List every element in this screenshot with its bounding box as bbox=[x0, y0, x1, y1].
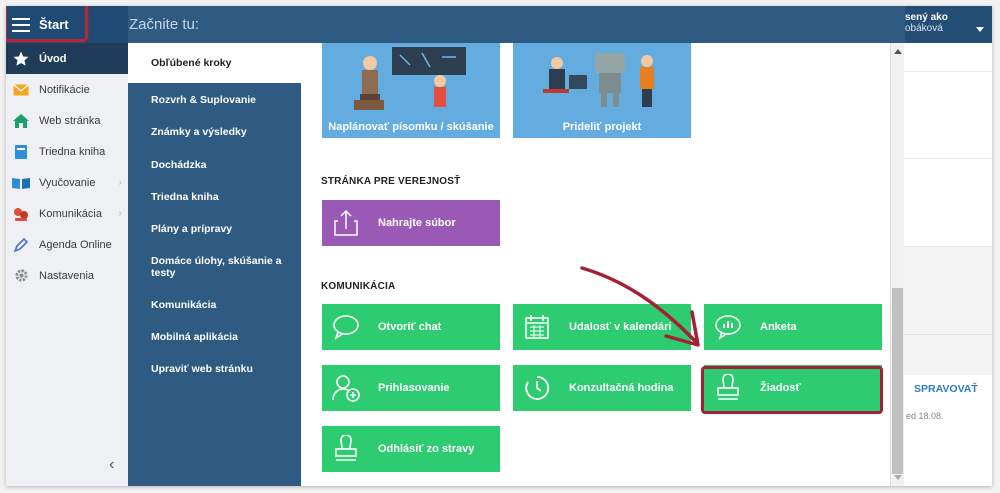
start-button[interactable]: Štart bbox=[6, 6, 128, 43]
tile-odhlasit-zo-stravy[interactable]: Odhlásiť zo stravy bbox=[322, 426, 500, 472]
tile-label: Nahrajte súbor bbox=[378, 217, 456, 229]
calendar-icon bbox=[521, 311, 553, 343]
hamburger-icon bbox=[12, 17, 30, 32]
project-illustration-icon bbox=[543, 53, 654, 107]
poll-bubble-icon bbox=[712, 311, 744, 343]
user-add-icon bbox=[330, 372, 362, 404]
tile-label: Konzultačná hodina bbox=[569, 382, 674, 394]
tile-label: Otvoriť chat bbox=[378, 321, 442, 333]
star-icon bbox=[12, 51, 30, 67]
start-label: Štart bbox=[39, 17, 69, 32]
tile-label: Žiadosť bbox=[760, 382, 801, 394]
sidebar-item-label: Úvod bbox=[39, 52, 67, 65]
upload-icon bbox=[330, 207, 362, 239]
stamp-icon bbox=[330, 433, 362, 465]
category-oblubene-kroky[interactable]: Obľúbené kroky bbox=[128, 43, 301, 83]
panel-band bbox=[904, 72, 992, 159]
sidebar-item-komunikacia[interactable]: Komunikácia › bbox=[6, 198, 128, 229]
category-dochadzka[interactable]: Dochádzka bbox=[128, 148, 301, 181]
tile-prihlasovanie[interactable]: Prihlasovanie bbox=[322, 365, 500, 411]
pen-icon bbox=[12, 237, 30, 253]
panel-band bbox=[904, 159, 992, 247]
sidebar-item-label: Agenda Online bbox=[39, 238, 112, 251]
category-domace-ulohy[interactable]: Domáce úlohy, skúšanie a testy bbox=[128, 245, 301, 289]
tile-label: Odhlásiť zo stravy bbox=[378, 443, 475, 455]
user-menu[interactable]: sený ako obáková bbox=[905, 6, 992, 43]
tile-label: Prideliť projekt bbox=[562, 121, 642, 133]
home-icon bbox=[12, 113, 30, 129]
tile-label: Udalosť v kalendári bbox=[569, 321, 672, 333]
chevron-right-icon: › bbox=[118, 208, 122, 219]
timer-icon bbox=[521, 372, 553, 404]
manage-link[interactable]: SPRAVOVAŤ bbox=[914, 383, 978, 395]
tile-label: Prihlasovanie bbox=[378, 382, 450, 394]
envelope-icon bbox=[12, 82, 30, 98]
gear-icon bbox=[12, 268, 30, 284]
panel-band bbox=[904, 43, 992, 72]
screen: Štart Začnite tu: sený ako obáková Úvod … bbox=[0, 0, 1000, 493]
section-title-komunikacia: KOMUNIKÁCIA bbox=[321, 281, 396, 292]
sidebar-item-vyucovanie[interactable]: Vyučovanie › bbox=[6, 167, 128, 198]
teacher-illustration-icon bbox=[354, 47, 466, 110]
sidebar: Úvod Notifikácie Web stránka Triedna kni… bbox=[6, 43, 128, 486]
scroll-down-icon[interactable] bbox=[894, 475, 902, 480]
tile-konzultacna-hodina[interactable]: Konzultačná hodina bbox=[513, 365, 691, 411]
panel-date: ed 18.08. bbox=[906, 411, 944, 421]
category-mobilna-aplikacia[interactable]: Mobilná aplikácia bbox=[128, 321, 301, 353]
open-book-icon bbox=[12, 175, 30, 191]
panel-band bbox=[904, 247, 992, 335]
tile-udalost-v-kalendari[interactable]: Udalosť v kalendári bbox=[513, 304, 691, 350]
sidebar-item-nastavenia[interactable]: Nastavenia bbox=[6, 260, 128, 291]
sidebar-item-label: Nastavenia bbox=[39, 269, 95, 282]
sidebar-item-label: Triedna kniha bbox=[39, 145, 106, 158]
sidebar-item-label: Notifikácie bbox=[39, 83, 90, 96]
category-rozvrh[interactable]: Rozvrh & Suplovanie bbox=[128, 83, 301, 116]
panel-band bbox=[904, 335, 992, 375]
category-komunikacia[interactable]: Komunikácia bbox=[128, 289, 301, 321]
sidebar-item-uvod[interactable]: Úvod bbox=[6, 43, 128, 74]
tile-otvorit-chat[interactable]: Otvoriť chat bbox=[322, 304, 500, 350]
category-triedna-kniha[interactable]: Triedna kniha bbox=[128, 181, 301, 213]
tile-label: Anketa bbox=[760, 321, 797, 333]
user-line-1: sený ako bbox=[905, 12, 948, 23]
sidebar-item-notifikacie[interactable]: Notifikácie bbox=[6, 74, 128, 105]
section-title-verejnost: STRÁNKA PRE VEREJNOSŤ bbox=[321, 176, 461, 187]
sidebar-item-label: Vyučovanie bbox=[39, 176, 96, 189]
book-icon bbox=[12, 144, 30, 160]
tile-anketa[interactable]: Anketa bbox=[704, 304, 882, 350]
tile-pridelit-projekt[interactable]: Prideliť projekt bbox=[513, 43, 691, 138]
page-title: Začnite tu: bbox=[129, 16, 200, 33]
content-area: Naplánovať písomku / skúšanie Prideliť p… bbox=[301, 43, 890, 486]
tile-ziadost[interactable]: Žiadosť bbox=[704, 365, 882, 411]
chat-bubble-icon bbox=[330, 311, 362, 343]
sidebar-item-label: Web stránka bbox=[39, 114, 101, 127]
sidebar-item-web-stranka[interactable]: Web stránka bbox=[6, 105, 128, 136]
stamp-icon bbox=[712, 372, 744, 404]
category-znamky[interactable]: Známky a výsledky bbox=[128, 116, 301, 148]
tile-label: Naplánovať písomku / skúšanie bbox=[328, 121, 494, 133]
sidebar-item-agenda-online[interactable]: Agenda Online bbox=[6, 229, 128, 260]
top-bar: Štart Začnite tu: sený ako obáková bbox=[6, 6, 992, 43]
scroll-thumb[interactable] bbox=[892, 288, 903, 474]
tile-nahrajte-subor[interactable]: Nahrajte súbor bbox=[322, 200, 500, 246]
category-plany[interactable]: Plány a prípravy bbox=[128, 213, 301, 245]
background-panel: SPRAVOVAŤ ed 18.08. bbox=[904, 43, 992, 486]
scrollbar[interactable] bbox=[890, 43, 904, 486]
category-menu: Obľúbené kroky Rozvrh & Suplovanie Známk… bbox=[128, 43, 301, 486]
sidebar-item-triedna-kniha[interactable]: Triedna kniha bbox=[6, 136, 128, 167]
chevron-right-icon: › bbox=[118, 177, 122, 188]
tile-planovat-pisomku[interactable]: Naplánovať písomku / skúšanie bbox=[322, 43, 500, 138]
scroll-up-icon[interactable] bbox=[894, 49, 902, 54]
app-window: Štart Začnite tu: sený ako obáková Úvod … bbox=[6, 6, 992, 486]
sidebar-item-label: Komunikácia bbox=[39, 207, 102, 220]
chat-users-icon bbox=[12, 206, 30, 222]
caret-down-icon bbox=[976, 27, 984, 32]
collapse-sidebar-icon[interactable]: ‹ bbox=[109, 456, 114, 474]
category-upravit-web[interactable]: Upraviť web stránku bbox=[128, 353, 301, 385]
